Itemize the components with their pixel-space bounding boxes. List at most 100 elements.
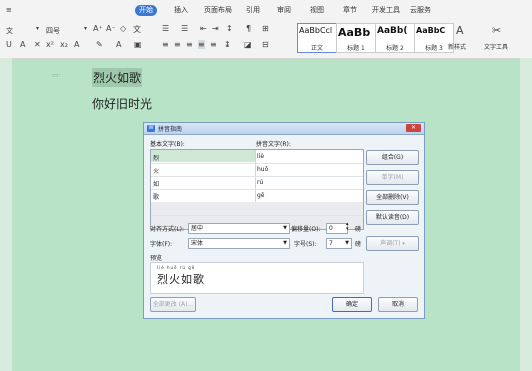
tab-start[interactable]: 开始 [135,5,157,16]
dialog-title-bar[interactable]: W 拼音指南 ✕ [144,123,424,135]
dropdown-arrow-icon: ▼ [345,240,349,246]
underline-icon[interactable]: U [6,40,12,49]
bullets-icon[interactable]: ☰ [162,24,169,33]
pinyin-field[interactable]: huǒ [257,166,268,173]
char-border-icon[interactable]: ▣ [134,40,142,49]
align-right-icon[interactable]: ≡ [186,40,193,49]
font-size-box[interactable]: 四号 [46,26,60,36]
clear-all-button[interactable]: 全部删除(V) [366,190,419,205]
subscript-icon[interactable]: x₂ [60,40,68,49]
align-center-icon[interactable]: ≡ [174,40,181,49]
style-heading-1[interactable]: AaBb 标题 1 [336,23,376,53]
pinyin-guide-icon[interactable]: 文 [133,24,141,35]
dropdown-arrow-icon[interactable]: ▾ [36,25,39,32]
base-char-field[interactable]: 歌 [153,192,159,201]
pinyin-grid: 烈 liè 火 huǒ 如 rú 歌 gē [150,149,364,230]
left-margin [0,58,12,371]
document-line-selected[interactable]: 烈火如歌 [92,68,143,87]
numbering-icon[interactable]: ☰ [181,24,188,33]
indent-icon[interactable]: ⇥ [212,24,219,33]
table-row[interactable]: 歌 gē [151,189,363,203]
preview-box: liè huǒ rú gē 烈火如歌 [150,262,364,294]
cancel-button[interactable]: 取消 [378,297,418,312]
preview-pinyin: liè huǒ rú gē [157,265,196,270]
pinyin-text-label: 拼音文字(R): [256,141,291,148]
table-border-icon[interactable]: ⊟ [262,40,269,49]
close-icon[interactable]: ✕ [406,124,421,132]
preview-label: 预览 [150,255,163,262]
base-char-field[interactable]: 火 [153,166,159,175]
single-char-button[interactable]: 单字(M) [366,170,419,185]
tab-review[interactable]: 审阅 [273,5,295,16]
voice-button[interactable]: 声调(T) ▾ [366,236,419,251]
pinyin-field[interactable]: gē [257,192,265,199]
style-heading-2[interactable]: AaBb( 标题 2 [375,23,415,53]
new-style-icon[interactable]: A [456,24,464,37]
text-effect-icon[interactable]: A [74,40,79,49]
ribbon-tab-bar: ≡ 开始 插入 页面布局 引用 审阅 视图 章节 开发工具 云服务 [0,0,532,18]
ok-button[interactable]: 确定 [332,297,372,312]
tab-cloud[interactable]: 云服务 [406,5,435,16]
new-style-label[interactable]: 新样式 [448,42,466,51]
align-left-icon[interactable]: ≡ [162,40,169,49]
font-label: 字体(F): [150,241,173,248]
font-name-box[interactable]: 文 [6,26,13,36]
grow-font-icon[interactable]: A⁺ [93,24,103,33]
offset-unit: 磅 [355,226,362,233]
dropdown-arrow-icon: ▾ [402,241,405,247]
clear-format-icon[interactable]: ◇ [120,24,126,33]
table-row[interactable]: 如 rú [151,176,363,190]
size-select[interactable]: 7 ▼ [326,238,352,249]
strikethrough-icon[interactable]: ✕ [34,40,41,49]
menu-icon[interactable]: ≡ [6,6,12,14]
dropdown-arrow-icon: ▼ [283,225,287,231]
sort-icon[interactable]: ↕ [226,24,233,33]
font-select[interactable]: 宋体 ▼ [188,238,290,249]
wps-writer-icon: W [147,125,155,132]
size-label: 字号(S): [294,241,317,248]
justify-icon[interactable]: ≡ [198,40,205,49]
style-normal[interactable]: AaBbCcl 正文 [297,23,337,53]
offset-label: 偏移量(O): [291,226,321,233]
line-spacing-icon[interactable]: ↨ [224,40,231,49]
alignment-select[interactable]: 居中 ▼ [188,223,290,234]
tab-view[interactable]: 视图 [306,5,328,16]
document-line[interactable]: 你好旧时光 [92,95,152,112]
shrink-font-icon[interactable]: A⁻ [106,24,116,33]
table-row[interactable]: 烈 liè [151,150,363,164]
borders-icon[interactable]: ⊞ [262,24,269,33]
highlight-icon[interactable]: ✎ [96,40,103,49]
paragraph-marker-icon: ▭· [52,71,61,79]
text-tools-label[interactable]: 文字工具 [484,42,508,51]
font-color-icon[interactable]: A [116,40,121,49]
tab-page-layout[interactable]: 页面布局 [200,5,236,16]
stepper-arrows-icon[interactable]: ▴ ▾ [346,222,349,232]
pinyin-guide-dialog: W 拼音指南 ✕ 基本文字(B): 拼音文字(R): 烈 liè 火 huǒ 如… [143,122,425,319]
pinyin-field[interactable]: liè [257,153,264,160]
combine-button[interactable]: 组合(G) [366,150,419,165]
tab-developer[interactable]: 开发工具 [368,5,404,16]
distributed-icon[interactable]: ≡ [210,40,217,49]
text-tools-icon[interactable]: ✂ [492,24,501,37]
alignment-label: 对齐方式(L): [150,226,185,233]
show-marks-icon[interactable]: ¶ [246,24,251,33]
base-char-field[interactable]: 烈 [153,153,159,162]
offset-stepper[interactable]: 0 [326,223,348,234]
font-color-a-icon[interactable]: A [20,40,25,49]
outdent-icon[interactable]: ⇤ [200,24,207,33]
dropdown-arrow-icon[interactable]: ▾ [84,25,87,32]
right-scrollbar-area[interactable] [520,58,532,371]
pinyin-field[interactable]: rú [257,179,263,186]
tab-insert[interactable]: 插入 [170,5,192,16]
base-char-field[interactable]: 如 [153,179,159,188]
tab-chapter[interactable]: 章节 [339,5,361,16]
table-row-empty [151,202,363,216]
table-row[interactable]: 火 huǒ [151,163,363,177]
preview-text: 烈火如歌 [157,273,205,286]
ribbon: ≡ 开始 插入 页面布局 引用 审阅 视图 章节 开发工具 云服务 文 ▾ 四号… [0,0,532,59]
shading-icon[interactable]: ◪ [244,40,252,49]
apply-all-button[interactable]: 全部更改 (A)... [150,297,196,312]
superscript-icon[interactable]: x² [46,40,54,49]
tab-references[interactable]: 引用 [242,5,264,16]
default-reading-button[interactable]: 默认读音(D) [366,210,419,225]
